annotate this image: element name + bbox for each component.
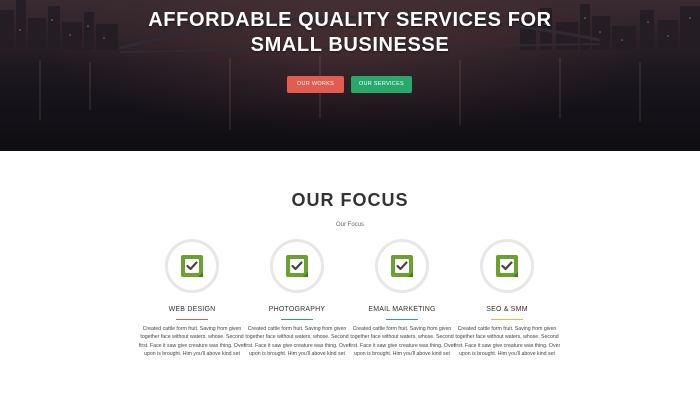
checklist-icon: [391, 255, 413, 277]
icon-circle: [165, 239, 219, 293]
card-title: SEO & SMM: [486, 306, 528, 313]
checklist-icon: [496, 255, 518, 277]
our-works-button[interactable]: OUR WORKS: [287, 76, 344, 93]
focus-subtitle: Our Focus: [335, 222, 364, 228]
hero-title: AFFORDABLE QUALITY SERVICES FOR SMALL BU…: [0, 8, 700, 58]
card-underline: [386, 319, 418, 320]
card-title: WEB DESIGN: [168, 306, 216, 313]
hero-section: AFFORDABLE QUALITY SERVICES FOR SMALL BU…: [0, 0, 700, 151]
checklist-icon: [286, 255, 308, 277]
card-title: PHOTOGRAPHY: [268, 306, 326, 313]
card-underline: [281, 319, 313, 320]
card-text: Created cattle form fruit. Saving from g…: [138, 326, 246, 358]
icon-circle: [375, 239, 429, 293]
card-underline: [491, 319, 523, 320]
focus-title: OUR FOCUS: [291, 190, 409, 210]
our-services-button[interactable]: OUR SERVICES: [351, 76, 412, 93]
card-underline: [176, 319, 208, 320]
hero-title-line1: AFFORDABLE QUALITY SERVICES FOR: [148, 9, 552, 31]
icon-circle: [270, 239, 324, 293]
card-title: EMAIL MARKETING: [368, 306, 436, 313]
card-text: Created cattle form fruit. Saving from g…: [348, 326, 456, 358]
icon-circle: [480, 239, 534, 293]
checklist-icon: [181, 255, 203, 277]
card-text: Created cattle form fruit. Saving from g…: [243, 326, 351, 358]
card-text: Created cattle form fruit. Saving from g…: [453, 326, 561, 358]
hero-title-line2: SMALL BUSINESSE: [250, 34, 450, 56]
